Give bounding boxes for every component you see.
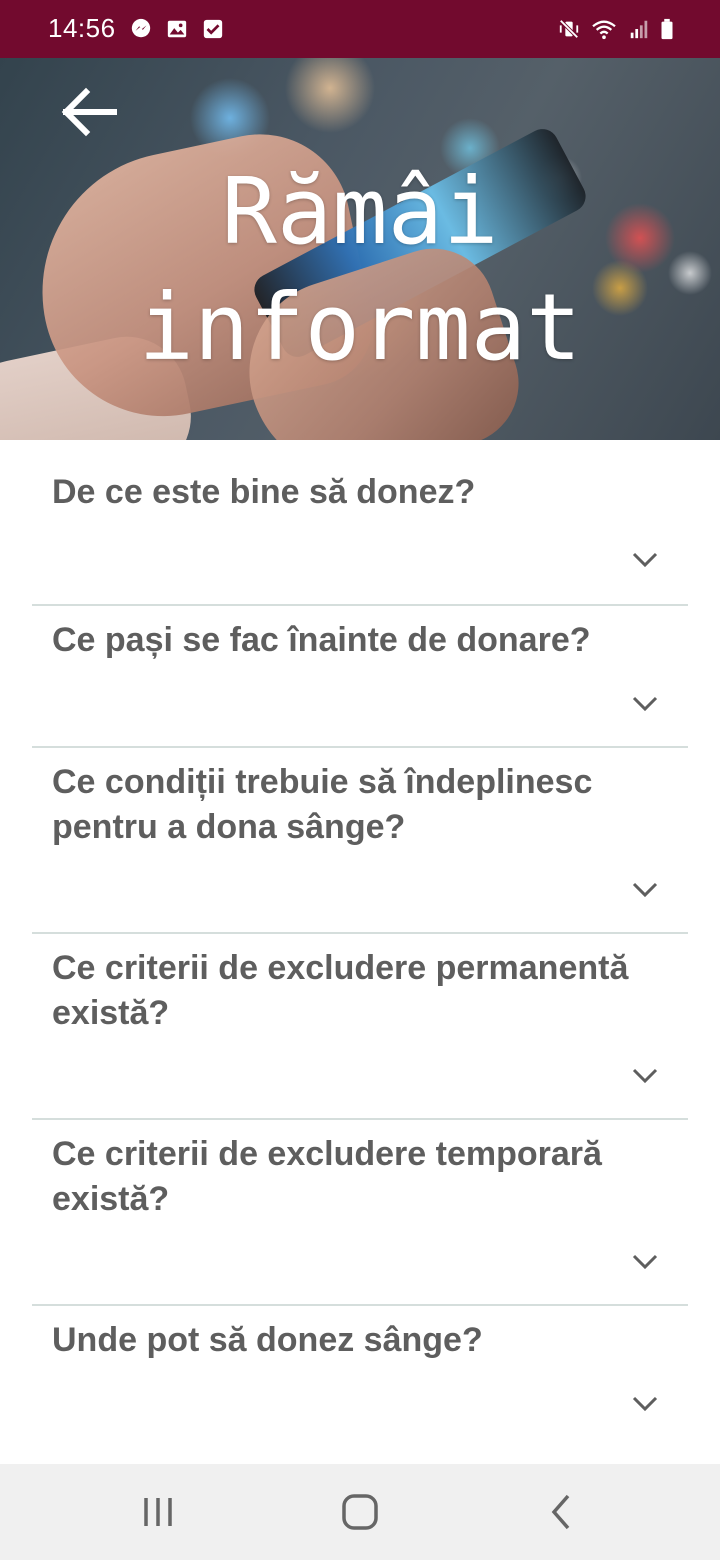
image-icon [167, 20, 187, 38]
wifi-icon [592, 20, 616, 40]
faq-item[interactable]: Ce condiții trebuie să îndeplinesc pentr… [32, 748, 688, 934]
faq-question: Ce condiții trebuie să îndeplinesc pentr… [52, 763, 593, 846]
chevron-down-icon[interactable] [632, 1254, 658, 1270]
faq-question: Ce criterii de excludere permanentă exis… [52, 949, 629, 1032]
recents-button[interactable] [128, 1492, 188, 1532]
home-icon [342, 1494, 378, 1530]
faq-item[interactable]: Unde pot să donez sânge? [32, 1306, 688, 1456]
battery-icon [661, 18, 673, 40]
notification-icons [130, 16, 224, 42]
home-button[interactable] [330, 1492, 390, 1532]
back-button[interactable] [58, 86, 120, 138]
faq-item[interactable]: Ce pași se fac înainte de donare? [32, 606, 688, 748]
page-title: Rămâi informat [138, 158, 582, 381]
arrow-left-icon [61, 87, 117, 137]
messenger-icon [131, 18, 151, 38]
back-icon [551, 1494, 570, 1530]
mute-vibrate-icon [559, 19, 579, 39]
chevron-down-icon[interactable] [632, 696, 658, 712]
recents-icon [144, 1498, 172, 1526]
status-time: 14:56 [48, 13, 116, 43]
faq-question: Unde pot să donez sânge? [52, 1321, 483, 1359]
chevron-down-icon[interactable] [632, 1396, 658, 1412]
faq-item[interactable]: Ce criterii de excludere permanentă exis… [32, 934, 688, 1120]
faq-list: De ce este bine să donez? Ce pași se fac… [32, 440, 688, 1456]
navigation-bar [0, 1464, 720, 1560]
faq-question: Ce pași se fac înainte de donare? [52, 621, 591, 659]
faq-item[interactable]: De ce este bine să donez? [32, 440, 688, 606]
hero-header: Rămâi informat [0, 58, 720, 440]
chevron-down-icon[interactable] [632, 1068, 658, 1084]
system-back-button[interactable] [530, 1492, 590, 1532]
faq-question: Ce criterii de excludere temporară exist… [52, 1135, 602, 1218]
faq-item[interactable]: Ce criterii de excludere temporară exist… [32, 1120, 688, 1306]
faq-question: De ce este bine să donez? [52, 473, 476, 511]
chevron-down-icon[interactable] [632, 882, 658, 898]
chevron-down-icon[interactable] [632, 552, 658, 568]
signal-icon [630, 20, 648, 39]
checkbox-icon [203, 19, 223, 39]
status-bar: 14:56 [0, 0, 720, 58]
system-icons [558, 16, 674, 42]
